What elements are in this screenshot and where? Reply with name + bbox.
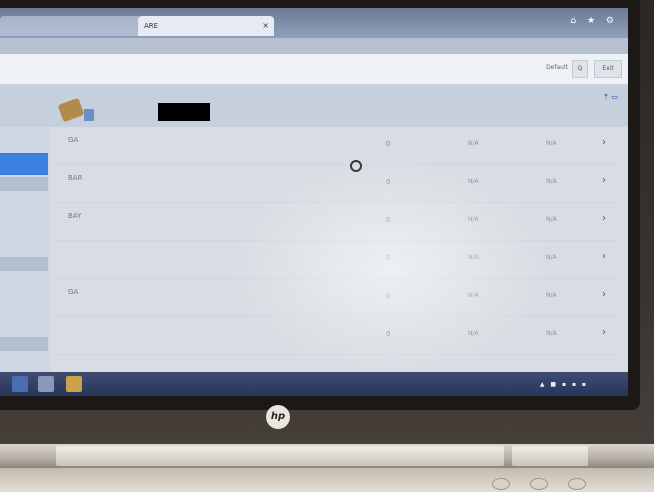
row-value-b: N/A (546, 254, 557, 261)
row-value-a: N/A (468, 216, 479, 223)
row-count: 0 (386, 292, 391, 300)
browser-tab-inactive[interactable] (0, 16, 142, 36)
row-value-b: N/A (546, 178, 557, 185)
row-value-a: N/A (468, 140, 479, 147)
chevron-right-icon[interactable]: › (602, 213, 606, 224)
sidebar-item[interactable] (0, 177, 48, 191)
table-row[interactable]: 0 N/A N/A › (56, 318, 616, 355)
device-icon (58, 98, 94, 122)
status-icons: ⇡ ▭ (603, 93, 618, 101)
app-header: Default Q Exit (0, 54, 628, 85)
row-count: 0 (386, 254, 391, 262)
sidebar-item-selected[interactable] (0, 153, 48, 175)
screen-bezel: ARE × ⌂ ★ ⚙ Default Q Exit ⇡ ▭ GA 0 N/A … (0, 0, 640, 410)
start-icon[interactable] (12, 376, 28, 392)
row-value-a: N/A (468, 178, 479, 185)
table-row[interactable]: GA 0 N/A N/A › (56, 128, 616, 165)
table-row[interactable]: 0 N/A N/A › (56, 242, 616, 279)
chevron-right-icon[interactable]: › (602, 137, 606, 148)
row-name: GA (68, 288, 79, 296)
laptop-base (0, 468, 654, 492)
row-name: GA (68, 136, 79, 144)
row-value-a: N/A (468, 330, 479, 337)
search-input[interactable]: Default (546, 64, 568, 71)
system-tray[interactable]: ▲ ■ ▪ ▪ ▪ (540, 381, 588, 388)
chevron-right-icon[interactable]: › (602, 327, 606, 338)
row-count: 0 (386, 140, 391, 148)
address-bar[interactable] (0, 38, 628, 54)
chevron-right-icon[interactable]: › (602, 289, 606, 300)
hinge-cover (56, 446, 504, 466)
search-button[interactable]: Q (572, 60, 588, 78)
exit-button[interactable]: Exit (594, 60, 622, 78)
row-count: 0 (386, 178, 391, 186)
browser-tab-bar: ARE × ⌂ ★ ⚙ (0, 8, 628, 38)
browser-toolbar-icons[interactable]: ⌂ ★ ⚙ (570, 16, 618, 26)
row-value-b: N/A (546, 292, 557, 299)
row-value-b: N/A (546, 140, 557, 147)
loading-spinner-icon (350, 160, 362, 172)
row-value-a: N/A (468, 254, 479, 261)
browser-tab-active[interactable]: ARE × (138, 16, 274, 36)
laptop-button[interactable] (568, 478, 586, 490)
sidebar-item[interactable] (0, 257, 48, 271)
sidebar (0, 85, 50, 396)
close-icon[interactable]: × (262, 16, 269, 36)
table-row[interactable]: GA 0 N/A N/A › (56, 280, 616, 317)
windows-taskbar: ▲ ■ ▪ ▪ ▪ (0, 372, 628, 396)
tab-title: ARE (144, 22, 159, 30)
device-title-strip: ⇡ ▭ (0, 85, 628, 127)
row-value-b: N/A (546, 330, 557, 337)
chevron-right-icon[interactable]: › (602, 251, 606, 262)
laptop: ARE × ⌂ ★ ⚙ Default Q Exit ⇡ ▭ GA 0 N/A … (0, 0, 654, 492)
row-name: BAY (68, 212, 82, 220)
table-row[interactable]: BAY 0 N/A N/A › (56, 204, 616, 241)
hp-logo: hp (266, 405, 290, 429)
taskbar-app-icon[interactable] (38, 376, 54, 392)
laptop-button[interactable] (492, 478, 510, 490)
row-value-a: N/A (468, 292, 479, 299)
redaction-box (158, 103, 210, 121)
laptop-screen: ARE × ⌂ ★ ⚙ Default Q Exit ⇡ ▭ GA 0 N/A … (0, 8, 628, 396)
row-count: 0 (386, 216, 391, 224)
device-table: GA 0 N/A N/A › BAR 0 N/A N/A › BAY 0 N/A (50, 128, 622, 356)
sidebar-item[interactable] (0, 337, 48, 351)
chevron-right-icon[interactable]: › (602, 175, 606, 186)
hinge-cover (512, 446, 588, 466)
folder-icon[interactable] (66, 376, 82, 392)
row-value-b: N/A (546, 216, 557, 223)
table-row[interactable]: BAR 0 N/A N/A › (56, 166, 616, 203)
row-count: 0 (386, 330, 391, 338)
laptop-button[interactable] (530, 478, 548, 490)
row-name: BAR (68, 174, 83, 182)
